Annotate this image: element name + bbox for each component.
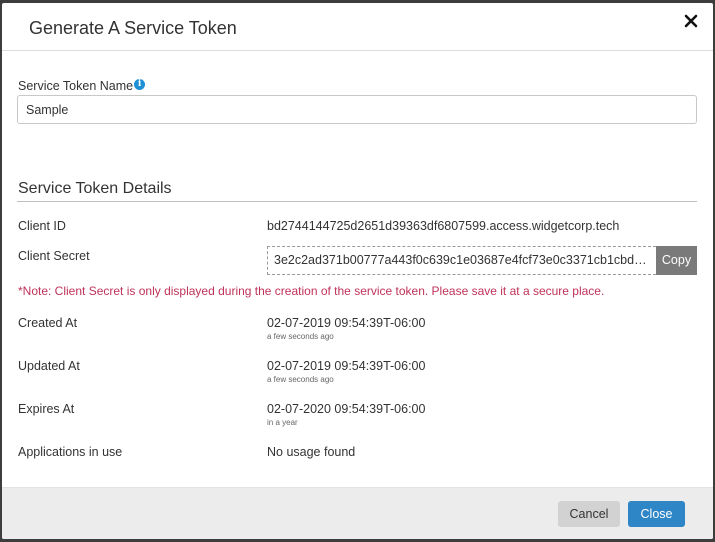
modal-footer: Cancel Close bbox=[2, 487, 713, 539]
expires-at-label: Expires At bbox=[18, 402, 75, 416]
applications-label: Applications in use bbox=[18, 445, 123, 459]
client-secret-field[interactable]: 3e2c2ad371b00777a443f0c639c1e03687e4fcf7… bbox=[267, 246, 656, 275]
info-icon[interactable]: i bbox=[134, 79, 146, 90]
expires-at-value: 02-07-2020 09:54:39T-06:00 bbox=[267, 402, 426, 416]
close-button[interactable]: Close bbox=[628, 501, 685, 527]
close-icon[interactable] bbox=[683, 13, 699, 29]
created-at-value: 02-07-2019 09:54:39T-06:00 bbox=[267, 316, 426, 330]
token-name-label-text: Service Token Name bbox=[18, 79, 134, 93]
updated-at-relative: a few seconds ago bbox=[267, 375, 334, 384]
copy-button[interactable]: Copy bbox=[656, 246, 697, 275]
expires-at-relative: in a year bbox=[267, 418, 298, 427]
created-at-label: Created At bbox=[18, 316, 78, 330]
section-divider bbox=[17, 201, 697, 202]
token-name-label: Service Token Name i bbox=[18, 79, 146, 93]
client-id-label: Client ID bbox=[18, 219, 66, 233]
updated-at-label: Updated At bbox=[18, 359, 80, 373]
cancel-button[interactable]: Cancel bbox=[558, 501, 620, 527]
created-at-relative: a few seconds ago bbox=[267, 332, 334, 341]
updated-at-value: 02-07-2019 09:54:39T-06:00 bbox=[267, 359, 426, 373]
modal-title: Generate A Service Token bbox=[29, 18, 237, 38]
modal-header: Generate A Service Token bbox=[2, 3, 713, 51]
token-name-input[interactable] bbox=[17, 95, 697, 124]
client-id-value: bd2744144725d2651d39363df6807599.access.… bbox=[267, 219, 620, 233]
secret-note: *Note: Client Secret is only displayed d… bbox=[18, 284, 605, 298]
applications-value: No usage found bbox=[267, 445, 356, 459]
section-title: Service Token Details bbox=[18, 180, 172, 197]
client-secret-label: Client Secret bbox=[18, 249, 90, 263]
generate-token-modal: Generate A Service Token Service Token N… bbox=[2, 3, 713, 539]
